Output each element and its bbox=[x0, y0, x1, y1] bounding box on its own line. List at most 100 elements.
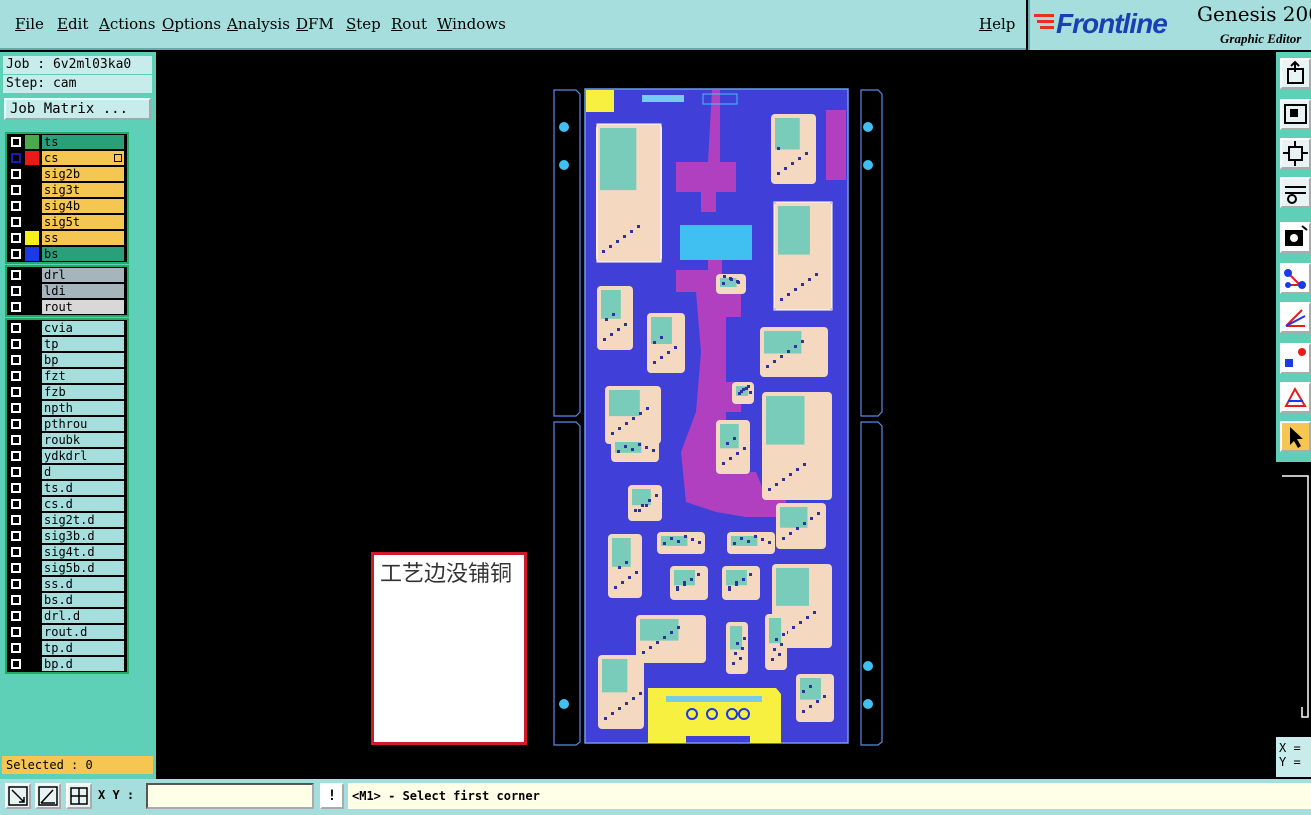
layer-checkbox[interactable] bbox=[10, 514, 22, 526]
layer-row[interactable]: drl bbox=[7, 267, 127, 283]
layer-checkbox[interactable] bbox=[10, 450, 22, 462]
layer-checkbox[interactable] bbox=[10, 168, 22, 180]
layer-color-swatch[interactable] bbox=[25, 625, 39, 639]
layer-row[interactable]: sig3b.d bbox=[7, 528, 127, 544]
layer-color-swatch[interactable] bbox=[25, 481, 39, 495]
layer-row[interactable]: sig5t bbox=[7, 214, 127, 230]
layer-checkbox[interactable] bbox=[10, 338, 22, 350]
layer-checkbox[interactable] bbox=[10, 658, 22, 670]
layer-color-swatch[interactable] bbox=[25, 513, 39, 527]
layer-color-swatch[interactable] bbox=[25, 247, 39, 261]
layer-row[interactable]: ydkdrl bbox=[7, 448, 127, 464]
menu-step[interactable]: Step bbox=[346, 15, 381, 33]
angle-icon[interactable] bbox=[1280, 302, 1311, 333]
pointer-icon[interactable] bbox=[1280, 421, 1311, 452]
layer-checkbox[interactable] bbox=[10, 370, 22, 382]
layer-color-swatch[interactable] bbox=[25, 593, 39, 607]
layer-checkbox[interactable] bbox=[10, 136, 22, 148]
menu-help[interactable]: Help bbox=[979, 15, 1015, 33]
layer-checkbox[interactable] bbox=[10, 232, 22, 244]
layer-checkbox[interactable] bbox=[10, 546, 22, 558]
layer-row[interactable]: tp bbox=[7, 336, 127, 352]
window-icon[interactable] bbox=[1280, 99, 1311, 130]
layer-checkbox[interactable] bbox=[10, 152, 22, 164]
layer-row[interactable]: drl.d bbox=[7, 608, 127, 624]
layer-checkbox[interactable] bbox=[10, 498, 22, 510]
layer-color-swatch[interactable] bbox=[25, 167, 39, 181]
points-icon[interactable] bbox=[1280, 343, 1311, 374]
layer-row[interactable]: ts bbox=[7, 134, 127, 150]
menu-edit[interactable]: Edit bbox=[57, 15, 88, 33]
layer-checkbox[interactable] bbox=[10, 301, 22, 313]
layer-row[interactable]: ss.d bbox=[7, 576, 127, 592]
menu-actions[interactable]: Actions bbox=[99, 15, 155, 33]
layer-row[interactable]: fzt bbox=[7, 368, 127, 384]
layer-color-swatch[interactable] bbox=[25, 231, 39, 245]
layer-color-swatch[interactable] bbox=[25, 561, 39, 575]
layer-row[interactable]: ts.d bbox=[7, 480, 127, 496]
angle-snap-icon[interactable] bbox=[35, 783, 61, 809]
alert-button[interactable]: ! bbox=[320, 783, 344, 809]
layer-color-swatch[interactable] bbox=[25, 268, 39, 282]
layer-color-swatch[interactable] bbox=[25, 369, 39, 383]
grid-icon[interactable] bbox=[66, 783, 92, 809]
layer-checkbox[interactable] bbox=[10, 200, 22, 212]
job-matrix-button[interactable]: Job Matrix ... bbox=[4, 98, 151, 120]
layer-color-swatch[interactable] bbox=[25, 284, 39, 298]
layer-row[interactable]: cs bbox=[7, 150, 127, 166]
layer-row[interactable]: cvia bbox=[7, 320, 127, 336]
home-icon[interactable] bbox=[1280, 58, 1311, 89]
layer-row[interactable]: bp bbox=[7, 352, 127, 368]
layer-color-swatch[interactable] bbox=[25, 529, 39, 543]
measure-icon[interactable] bbox=[1280, 177, 1311, 208]
layer-row[interactable]: bs bbox=[7, 246, 127, 262]
layer-color-swatch[interactable] bbox=[25, 385, 39, 399]
layer-color-swatch[interactable] bbox=[25, 465, 39, 479]
layer-checkbox[interactable] bbox=[10, 562, 22, 574]
layer-row[interactable]: sig2t.d bbox=[7, 512, 127, 528]
connect-icon[interactable] bbox=[1280, 263, 1311, 294]
layer-color-swatch[interactable] bbox=[25, 353, 39, 367]
layer-checkbox[interactable] bbox=[10, 322, 22, 334]
layer-row[interactable]: sig5b.d bbox=[7, 560, 127, 576]
layer-color-swatch[interactable] bbox=[25, 199, 39, 213]
layer-color-swatch[interactable] bbox=[25, 135, 39, 149]
snapshot-icon[interactable] bbox=[1280, 222, 1311, 253]
mini-view[interactable] bbox=[1276, 462, 1311, 737]
layer-checkbox[interactable] bbox=[10, 386, 22, 398]
fit-view-icon[interactable] bbox=[1280, 138, 1311, 169]
layer-color-swatch[interactable] bbox=[25, 497, 39, 511]
layer-color-swatch[interactable] bbox=[25, 215, 39, 229]
layer-checkbox[interactable] bbox=[10, 642, 22, 654]
layer-checkbox[interactable] bbox=[10, 466, 22, 478]
xy-input[interactable] bbox=[146, 783, 314, 809]
layer-color-swatch[interactable] bbox=[25, 183, 39, 197]
layer-row[interactable]: d bbox=[7, 464, 127, 480]
layer-checkbox[interactable] bbox=[10, 530, 22, 542]
layer-row[interactable]: cs.d bbox=[7, 496, 127, 512]
layer-color-swatch[interactable] bbox=[25, 449, 39, 463]
zoom-area-icon[interactable] bbox=[5, 783, 31, 809]
layer-checkbox[interactable] bbox=[10, 184, 22, 196]
layer-color-swatch[interactable] bbox=[25, 545, 39, 559]
layer-checkbox[interactable] bbox=[10, 482, 22, 494]
menu-rout[interactable]: Rout bbox=[391, 15, 427, 33]
layer-checkbox[interactable] bbox=[10, 434, 22, 446]
layer-row[interactable]: sig4b bbox=[7, 198, 127, 214]
layer-color-swatch[interactable] bbox=[25, 609, 39, 623]
layer-checkbox[interactable] bbox=[10, 610, 22, 622]
menu-windows[interactable]: Windows bbox=[437, 15, 506, 33]
layer-color-swatch[interactable] bbox=[25, 433, 39, 447]
layer-row[interactable]: sig4t.d bbox=[7, 544, 127, 560]
layer-color-swatch[interactable] bbox=[25, 657, 39, 671]
layer-color-swatch[interactable] bbox=[25, 401, 39, 415]
layer-row[interactable]: rout.d bbox=[7, 624, 127, 640]
layer-checkbox[interactable] bbox=[10, 354, 22, 366]
layer-color-swatch[interactable] bbox=[25, 641, 39, 655]
graphic-canvas[interactable] bbox=[156, 52, 1276, 779]
layer-color-swatch[interactable] bbox=[25, 300, 39, 314]
layer-color-swatch[interactable] bbox=[25, 577, 39, 591]
layer-row[interactable]: tp.d bbox=[7, 640, 127, 656]
layer-checkbox[interactable] bbox=[10, 285, 22, 297]
triangle-icon[interactable] bbox=[1280, 382, 1311, 413]
